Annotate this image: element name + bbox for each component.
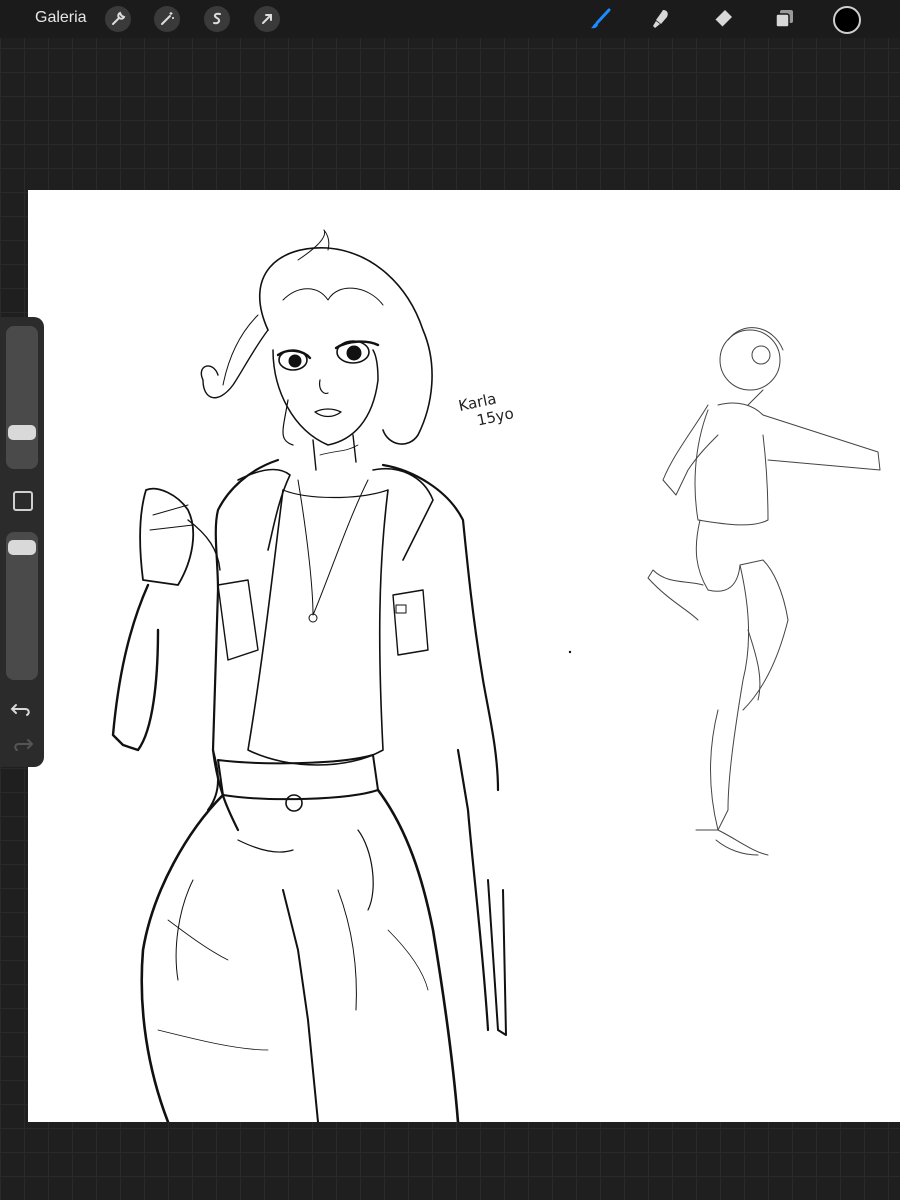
opacity-thumb[interactable] [8, 540, 36, 556]
selection-icon [213, 12, 221, 25]
transform-arrow-icon [262, 14, 272, 24]
modify-button[interactable] [13, 491, 33, 511]
gallery-button[interactable]: Galeria [35, 9, 87, 27]
drawing-canvas[interactable]: Karla 15yo [28, 190, 900, 1122]
sketch-artwork: Karla 15yo [111, 229, 881, 1122]
smudge-tool[interactable] [647, 5, 675, 33]
left-sidebar [0, 317, 44, 767]
top-toolbar: Galeria [0, 0, 900, 38]
redo-button[interactable] [10, 735, 34, 755]
layers-button[interactable] [770, 5, 798, 33]
adjustments-button[interactable] [154, 6, 180, 32]
eraser-tool[interactable] [709, 5, 737, 33]
layers-icon [775, 10, 793, 28]
redo-icon [14, 739, 34, 751]
color-picker-swatch[interactable] [833, 6, 861, 34]
brush-icon [591, 8, 611, 29]
brush-size-thumb[interactable] [8, 424, 36, 440]
brush-tool[interactable] [587, 5, 615, 33]
undo-button[interactable] [10, 700, 34, 720]
brush-size-slider[interactable] [6, 326, 38, 469]
smudge-icon [653, 10, 668, 28]
opacity-slider[interactable] [6, 532, 38, 680]
transform-button[interactable] [254, 6, 280, 32]
actions-button[interactable] [105, 6, 131, 32]
undo-icon [10, 704, 30, 716]
eraser-icon [714, 10, 732, 28]
wrench-icon [112, 11, 126, 25]
selection-button[interactable] [204, 6, 230, 32]
magic-wand-icon [161, 12, 174, 25]
